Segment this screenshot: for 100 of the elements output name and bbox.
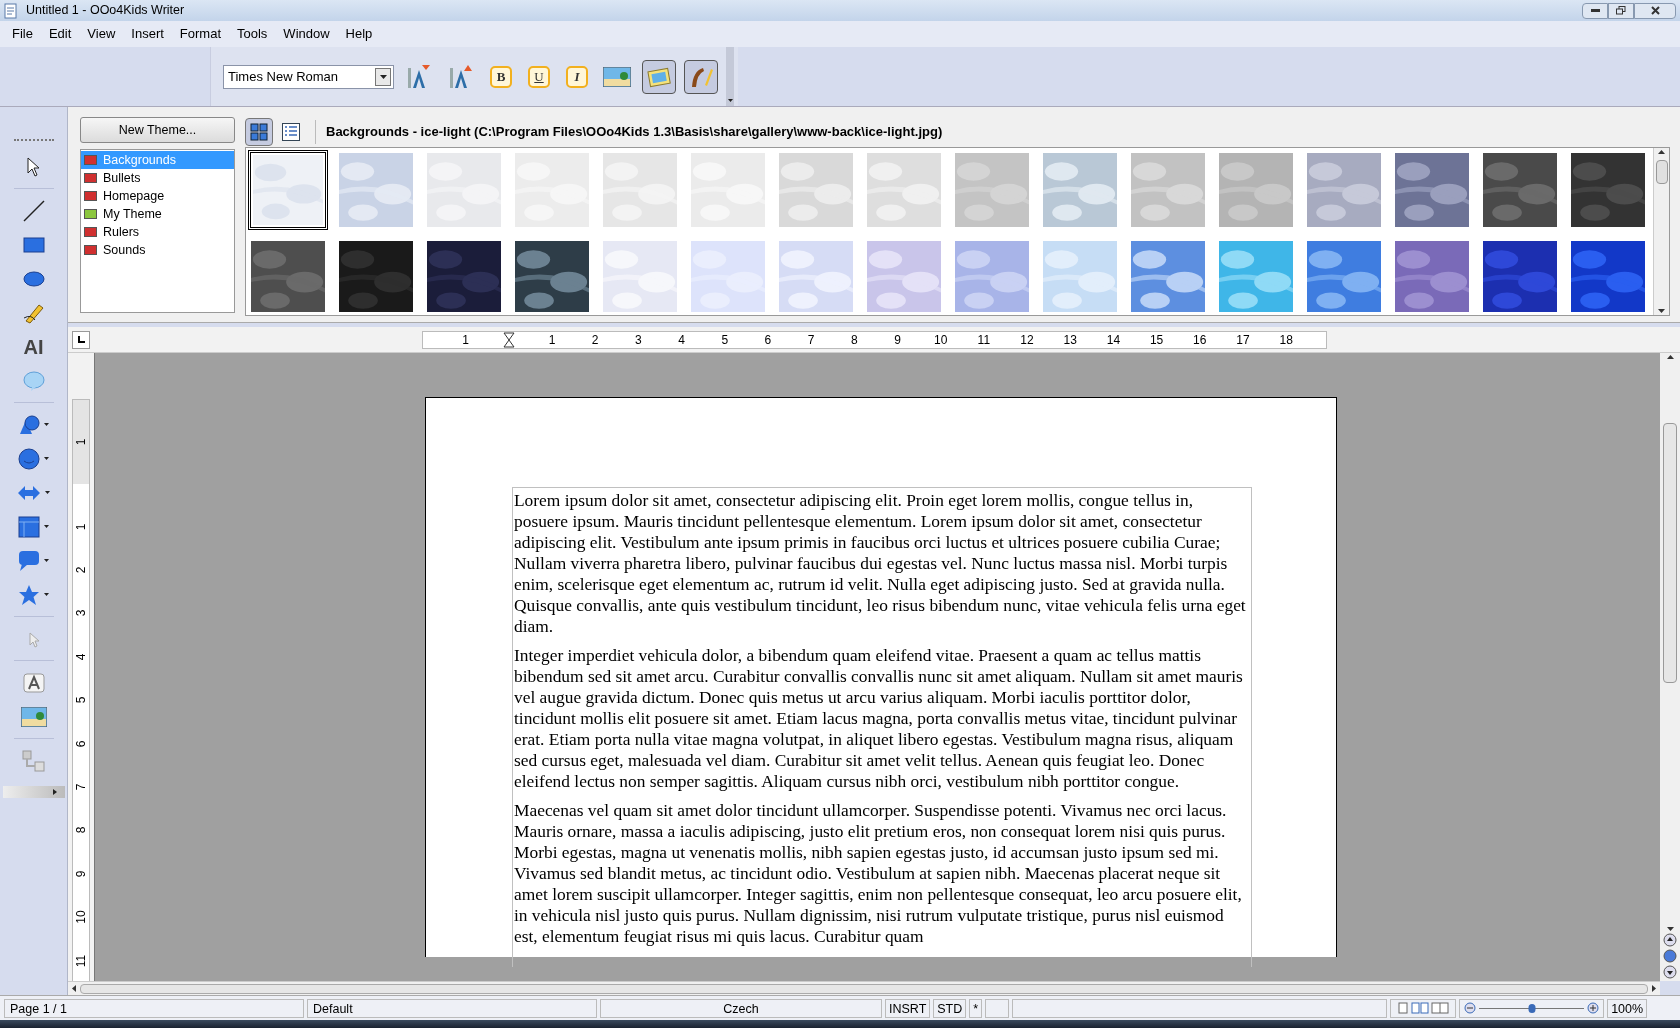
ruler-number: 6: [73, 740, 89, 747]
navigator-icon[interactable]: [1663, 949, 1677, 963]
maximize-button[interactable]: [1608, 2, 1634, 19]
image-icon: [603, 66, 631, 87]
toolbar-expander[interactable]: [2, 786, 65, 798]
paragraph: Lorem ipsum dolor sit amet, consectetur adipiscing elit. Proin eget lorem mollis, congue tellus in, posuere ipsum. Mauris tincidunt pellentesque elementum. Lorem ipsum dolor sit amet, consectetur adipiscing elit. Vestibulum ante ipsum primis in faucibus orci luctus et ultrices posuere cubilia Curae; Nullam viverra pharetra libero, pulvinar faucibus dui egestas vel. Nunc luctus massa nisl. Morbi turpis enim, scelerisque eget elementum ac, rutrum id velit. Nulla eget adipiscing justo. Sed at gravida nulla. Quisque convallis, ante quis vestibulum tincidunt, leo risus bibendum nunc, vitae vehicula felis urna eget diam.: [514, 490, 1247, 637]
zoom-slider-thumb[interactable]: [1528, 1003, 1536, 1013]
toolbar-button[interactable]: [642, 59, 676, 94]
scrollbar-thumb[interactable]: [1655, 159, 1668, 184]
ruler-number: 9: [894, 331, 901, 349]
ruler-number: 11: [977, 331, 991, 349]
theme-item[interactable]: Sounds: [81, 241, 234, 259]
caret-icon: [44, 559, 49, 562]
ruler-number: 4: [73, 653, 89, 661]
line-icon[interactable]: [22, 199, 45, 222]
font-grow-icon: [449, 63, 473, 90]
menu-item[interactable]: Help: [337, 24, 381, 44]
vertical-scrollbar[interactable]: [1660, 353, 1680, 981]
ruler-number: 13: [1063, 331, 1077, 349]
theme-item[interactable]: Homepage: [81, 187, 234, 205]
rectangle-icon[interactable]: [22, 236, 45, 253]
thumbnail[interactable]: [248, 150, 328, 230]
theme-item[interactable]: My Theme: [81, 205, 234, 223]
font-name-field[interactable]: Times New Roman: [223, 64, 394, 89]
menu-item[interactable]: Insert: [123, 24, 172, 44]
font-shrink-icon: [407, 63, 431, 90]
ruler-number: 15: [1149, 331, 1164, 349]
close-icon: [1650, 6, 1660, 15]
single-page-icon[interactable]: [1397, 1002, 1410, 1014]
close-button[interactable]: [1634, 2, 1676, 19]
toolbar-button[interactable]: [684, 59, 718, 94]
paragraph: Maecenas vel quam sit amet dolor tincidunt ullamcorper. Suspendisse potenti. Vivamus nec orci lacus. Mauris ornare, massa a iaculis adipiscing, justo elit pretium eros, non consequat lorem nisi quis purus. Morbi egestas, magna ut venenatis mollis, nibh sapien egestas justo, id accumsan justo ipsum sed mi. Vivamus sed blandit metus, ac tincidunt odio. Vestibulum at sapien nibh. Maecenas placerat neque sit amet lorem suscipit ullamcorper. Integer sagittis, enim non pellentesque consequat, leo arcu posuere elit, in vehicula nisl justo quis purus. Nullam dignissim, nisi rutrum vulputate tristique, purus nisl euismod est, elementum feugiat risus mi quis lacus. Curabitur quam: [514, 800, 1243, 947]
book-view-icon[interactable]: [1431, 1002, 1450, 1014]
smiley-icon[interactable]: [18, 447, 40, 470]
callout-icon[interactable]: [18, 549, 40, 572]
gallery-icon: [647, 65, 671, 88]
pointer-icon[interactable]: [25, 156, 42, 177]
gallery-item-path: Backgrounds - ice-light (C:\Program Files\OOo4Kids 1.3\Basis\share\gallery\www-back\ice-light.jpg): [326, 123, 943, 142]
star-icon[interactable]: [18, 583, 40, 606]
scrollbar-thumb[interactable]: [1663, 423, 1677, 683]
ruler-number: 5: [721, 331, 729, 349]
document-icon: [4, 2, 18, 19]
ruler-number: 1: [73, 523, 89, 531]
vertical-scrollbar[interactable]: [1653, 148, 1669, 315]
image-icon[interactable]: [20, 706, 47, 727]
ellipse-icon[interactable]: [22, 270, 45, 287]
icon-view-button[interactable]: [245, 118, 273, 146]
ruler-number: 16: [1193, 331, 1207, 349]
zoom-out-icon[interactable]: [1464, 1002, 1477, 1014]
ruler-number: 9: [73, 870, 89, 878]
ruler-number: 8: [73, 827, 89, 834]
ruler-number: 10: [73, 910, 89, 924]
minimize-button[interactable]: [1582, 2, 1608, 19]
ruler-number: 2: [73, 566, 89, 574]
horizontal-scrollbar[interactable]: [68, 981, 1660, 995]
double-arrow-icon[interactable]: [17, 484, 41, 501]
arrow-up-icon: [1658, 150, 1665, 154]
theme-item[interactable]: Rulers: [81, 223, 234, 241]
window-title: Untitled 1 - OOo4Kids Writer: [26, 2, 185, 20]
next-page-icon[interactable]: [1663, 965, 1677, 979]
fontwork-icon[interactable]: AI: [23, 331, 44, 362]
ruler-number: 8: [850, 331, 858, 349]
zoom-value[interactable]: 100%: [1607, 998, 1648, 1018]
ruler-number: 1: [73, 438, 89, 446]
menu-item[interactable]: Tools: [229, 24, 276, 44]
text-frame-icon[interactable]: [22, 672, 45, 693]
list-icon: [282, 123, 300, 141]
indent-marker-icon[interactable]: [502, 331, 515, 348]
two-pages-icon[interactable]: [1411, 1002, 1430, 1014]
zoom-in-icon[interactable]: [1587, 1002, 1600, 1014]
arrow-right-icon: [1652, 985, 1656, 992]
previous-page-icon[interactable]: [1663, 933, 1677, 947]
dropdown-button[interactable]: [375, 67, 391, 86]
page-style[interactable]: Default: [307, 998, 597, 1018]
caret-icon: [44, 423, 49, 426]
tab-stop-icon: [77, 336, 85, 343]
ruler-number: 7: [73, 783, 89, 791]
ruler-number: 5: [73, 696, 89, 704]
menu-item[interactable]: Window: [275, 24, 338, 44]
caret-icon: [44, 525, 49, 528]
menu-item[interactable]: View: [79, 24, 124, 44]
menu-item[interactable]: File: [4, 24, 41, 44]
insert-mode[interactable]: INSRT: [885, 998, 931, 1018]
restore-icon: [1616, 6, 1626, 15]
flowchart-icon[interactable]: [18, 515, 40, 538]
menu-item[interactable]: Edit: [40, 24, 80, 44]
arrow-left-icon: [72, 985, 76, 992]
page-status: Page 1 / 1: [4, 998, 304, 1018]
language-status[interactable]: Czech: [600, 998, 882, 1018]
caret-icon: [44, 593, 49, 596]
theme-item[interactable]: Bullets: [81, 169, 234, 187]
arrow-right-icon: [52, 789, 57, 795]
caret-icon: [379, 74, 387, 79]
zoom-slider[interactable]: [1479, 1002, 1585, 1014]
tab-stop-button[interactable]: [72, 330, 90, 349]
new-theme-button[interactable]: New Theme...: [80, 117, 235, 143]
scrollbar-thumb[interactable]: [80, 983, 1648, 994]
menu-item[interactable]: Format: [171, 24, 229, 44]
selection-mode[interactable]: STD: [933, 998, 967, 1018]
shapes-icon[interactable]: [18, 414, 40, 435]
